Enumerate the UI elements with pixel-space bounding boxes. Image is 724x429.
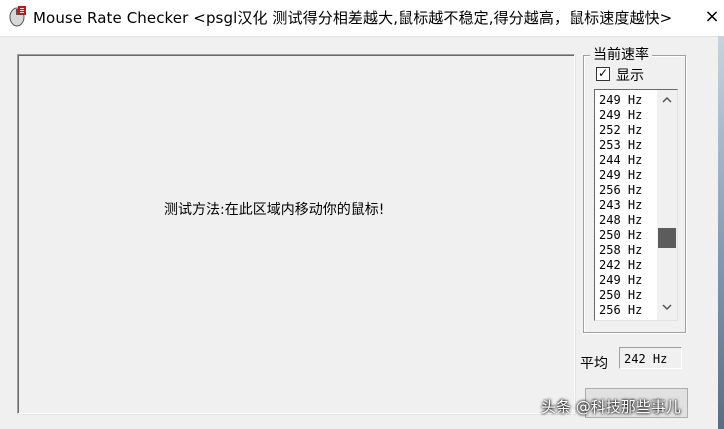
show-checkbox-label[interactable]: 显示 — [616, 65, 644, 85]
chevron-up-icon[interactable] — [657, 92, 677, 110]
list-item[interactable]: 249 Hz — [599, 168, 655, 183]
list-item[interactable]: 250 Hz — [599, 288, 655, 303]
app-window: Mouse Rate Checker <psgl汉化 测试得分相差越大,鼠标越不… — [0, 0, 724, 429]
rate-list-items: 249 Hz 249 Hz 252 Hz 253 Hz 244 Hz 249 H… — [599, 93, 655, 318]
close-button[interactable]: × — [700, 0, 724, 36]
list-item[interactable]: 252 Hz — [599, 123, 655, 138]
mouse-app-icon — [9, 6, 26, 27]
list-item[interactable]: 258 Hz — [599, 243, 655, 258]
current-rate-group-title: 当前速率 — [590, 44, 652, 64]
average-label: 平均 — [580, 356, 608, 372]
list-item[interactable]: 249 Hz — [599, 273, 655, 288]
window-title: Mouse Rate Checker <psgl汉化 测试得分相差越大,鼠标越不… — [33, 9, 673, 27]
rate-list-scrollbar[interactable] — [657, 90, 677, 320]
list-item[interactable]: 253 Hz — [599, 138, 655, 153]
test-instruction: 测试方法:在此区域内移动你的鼠标! — [164, 202, 385, 218]
list-item[interactable]: 250 Hz — [599, 228, 655, 243]
checkmark-icon: ✓ — [597, 66, 609, 80]
mouse-test-area[interactable]: 测试方法:在此区域内移动你的鼠标! — [17, 54, 575, 414]
list-item[interactable]: 256 Hz — [599, 183, 655, 198]
rate-listbox[interactable]: 249 Hz 249 Hz 252 Hz 253 Hz 244 Hz 249 H… — [594, 89, 678, 321]
list-item[interactable]: 243 Hz — [599, 198, 655, 213]
title-bar[interactable]: Mouse Rate Checker <psgl汉化 测试得分相差越大,鼠标越不… — [0, 0, 724, 37]
list-item[interactable]: 249 Hz — [599, 108, 655, 123]
show-checkbox[interactable]: ✓ — [596, 66, 610, 81]
desktop-background-edge — [718, 36, 724, 429]
list-item[interactable]: 242 Hz — [599, 258, 655, 273]
close-icon: × — [704, 6, 720, 27]
chevron-down-icon[interactable] — [657, 300, 677, 318]
list-item[interactable]: 256 Hz — [599, 303, 655, 318]
watermark: 头条 @科技那些事儿 — [541, 398, 681, 416]
list-item[interactable]: 248 Hz — [599, 213, 655, 228]
list-item[interactable]: 244 Hz — [599, 153, 655, 168]
average-value-field: 242 Hz — [619, 347, 682, 369]
list-item[interactable]: 249 Hz — [599, 93, 655, 108]
scrollbar-thumb[interactable] — [658, 228, 676, 248]
